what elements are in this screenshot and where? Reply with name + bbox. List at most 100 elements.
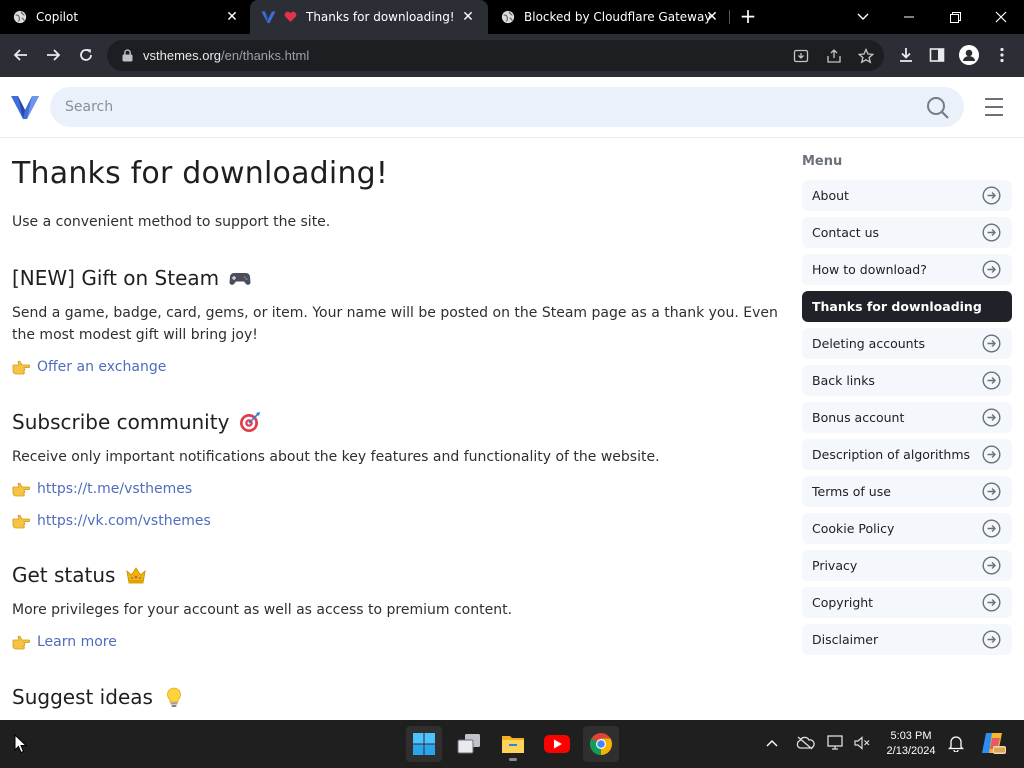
sidebar-item-deleting-accounts[interactable]: Deleting accounts xyxy=(802,328,1012,359)
windows-logo-icon xyxy=(413,733,435,755)
bookmark-star-icon[interactable] xyxy=(857,47,875,65)
close-icon[interactable]: ✕ xyxy=(704,9,720,25)
network-icon[interactable] xyxy=(826,733,846,753)
section-heading-text: Subscribe community xyxy=(12,410,230,434)
chevron-up-icon[interactable] xyxy=(762,733,782,753)
copilot-icon[interactable] xyxy=(980,730,1006,756)
search-input[interactable] xyxy=(65,99,885,115)
section-heading: Subscribe community xyxy=(12,410,787,434)
lock-icon[interactable] xyxy=(119,48,135,64)
youtube-button[interactable] xyxy=(539,726,575,762)
side-panel-icon xyxy=(929,48,945,62)
section-heading: Get status xyxy=(12,563,787,587)
pointing-hand-icon xyxy=(12,513,30,529)
tab-title: Copilot xyxy=(36,10,79,24)
tab-title: Thanks for downloading! xyxy=(306,10,455,24)
system-clock[interactable]: 5:03 PM 2/13/2024 xyxy=(876,729,946,759)
arrow-circle-right-icon xyxy=(982,556,1001,575)
telegram-link[interactable]: https://t.me/vsthemes xyxy=(37,481,192,497)
vsthemes-logo-icon xyxy=(260,9,276,25)
chrome-icon xyxy=(590,733,612,755)
folder-icon xyxy=(502,736,524,753)
search-icon[interactable] xyxy=(926,96,950,120)
chrome-button[interactable] xyxy=(583,726,619,762)
offer-exchange-link[interactable]: Offer an exchange xyxy=(37,359,166,375)
sidebar-item-thanks-for-downloading[interactable]: Thanks for downloading xyxy=(802,291,1012,322)
minimize-button[interactable] xyxy=(886,0,932,34)
windows-taskbar: 5:03 PM 2/13/2024 xyxy=(0,720,1024,768)
close-icon[interactable]: ✕ xyxy=(224,9,240,25)
profile-button[interactable] xyxy=(958,44,980,66)
hamburger-menu-icon[interactable] xyxy=(983,97,1005,117)
side-panel-button[interactable] xyxy=(926,44,948,66)
new-tab-button[interactable]: + xyxy=(737,6,759,28)
downloads-button[interactable] xyxy=(895,44,917,66)
download-icon xyxy=(900,48,912,62)
tab-thanks[interactable]: Thanks for downloading! ✕ xyxy=(250,0,488,34)
site-search-bar xyxy=(50,87,964,127)
pointing-hand-icon xyxy=(12,634,30,650)
section-heading-text: Suggest ideas xyxy=(12,685,153,709)
sidebar-item-label: Description of algorithms xyxy=(812,447,971,462)
sidebar-item-label: Copyright xyxy=(812,595,874,610)
pointing-hand-icon xyxy=(12,359,30,375)
tab-title: Blocked by Cloudflare Gateway xyxy=(524,10,712,24)
tab-copilot[interactable]: Copilot ✕ xyxy=(12,0,248,34)
address-bar[interactable]: vsthemes.org/en/thanks.html xyxy=(107,40,884,71)
browser-menu-button[interactable] xyxy=(991,44,1013,66)
sidebar-item-label: Contact us xyxy=(812,225,880,240)
close-icon xyxy=(995,11,1007,23)
arrow-right-icon xyxy=(47,49,61,61)
close-window-button[interactable] xyxy=(978,0,1024,34)
sidebar-item-label: Thanks for downloading xyxy=(812,299,982,314)
arrow-circle-right-icon xyxy=(982,371,1001,390)
notification-bell-icon[interactable] xyxy=(946,733,966,753)
tab-search-button[interactable] xyxy=(840,0,886,34)
sidebar-item-description-of-algorithms[interactable]: Description of algorithms xyxy=(802,439,1012,470)
reload-button[interactable] xyxy=(73,42,99,68)
task-view-icon xyxy=(457,734,480,754)
close-icon[interactable]: ✕ xyxy=(460,9,476,25)
restore-button[interactable] xyxy=(932,0,978,34)
restore-icon xyxy=(949,11,961,23)
vsthemes-logo[interactable] xyxy=(10,93,40,121)
task-view-button[interactable] xyxy=(451,726,487,762)
vk-link[interactable]: https://vk.com/vsthemes xyxy=(37,513,211,529)
sidebar-item-copyright[interactable]: Copyright xyxy=(802,587,1012,618)
section-subscribe: Subscribe community Receive only importa… xyxy=(12,410,787,532)
volume-muted-icon[interactable] xyxy=(852,733,872,753)
sidebar-item-disclaimer[interactable]: Disclaimer xyxy=(802,624,1012,655)
arrow-circle-right-icon xyxy=(982,519,1001,538)
sidebar-item-privacy[interactable]: Privacy xyxy=(802,550,1012,581)
sidebar-heading: Menu xyxy=(802,154,843,169)
page-title: Thanks for downloading! xyxy=(12,156,389,191)
globe-icon xyxy=(500,9,516,25)
sidebar-item-contact-us[interactable]: Contact us xyxy=(802,217,1012,248)
pointing-hand-icon xyxy=(12,481,30,497)
start-button[interactable] xyxy=(406,726,442,762)
lead-text: Use a convenient method to support the s… xyxy=(12,214,331,230)
back-button[interactable] xyxy=(8,42,34,68)
section-gift-steam: [NEW] Gift on Steam Send a game, badge, … xyxy=(12,266,787,378)
learn-more-link[interactable]: Learn more xyxy=(37,634,117,650)
sidebar-item-terms-of-use[interactable]: Terms of use xyxy=(802,476,1012,507)
section-get-status: Get status More privileges for your acco… xyxy=(12,563,787,653)
url-text[interactable]: vsthemes.org/en/thanks.html xyxy=(143,48,309,63)
link-row: Offer an exchange xyxy=(12,356,787,378)
sidebar-item-label: About xyxy=(812,188,849,203)
sidebar-item-about[interactable]: About xyxy=(802,180,1012,211)
mouse-cursor-icon xyxy=(14,733,28,754)
tab-cloudflare[interactable]: Blocked by Cloudflare Gateway ✕ xyxy=(500,0,728,34)
sidebar-item-bonus-account[interactable]: Bonus account xyxy=(802,402,1012,433)
sidebar-item-label: Disclaimer xyxy=(812,632,879,647)
sidebar-item-cookie-policy[interactable]: Cookie Policy xyxy=(802,513,1012,544)
heart-icon xyxy=(282,9,298,25)
sidebar-item-how-to-download[interactable]: How to download? xyxy=(802,254,1012,285)
onedrive-offline-icon[interactable] xyxy=(795,733,815,753)
kebab-menu-icon xyxy=(1000,47,1004,63)
forward-button[interactable] xyxy=(40,42,66,68)
sidebar-item-back-links[interactable]: Back links xyxy=(802,365,1012,396)
share-icon[interactable] xyxy=(825,47,843,65)
file-explorer-button[interactable] xyxy=(495,726,531,762)
install-app-icon[interactable] xyxy=(792,47,810,65)
